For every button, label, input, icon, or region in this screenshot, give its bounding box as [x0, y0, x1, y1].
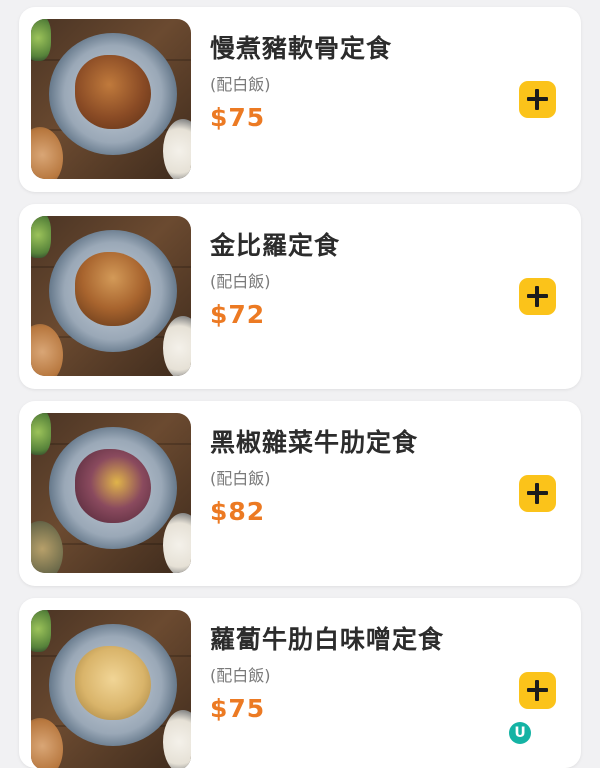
- dish-photo: [31, 19, 191, 179]
- dish-price: $75: [210, 103, 266, 132]
- dish-name: 金比羅定食: [210, 231, 341, 260]
- menu-item-card[interactable]: 慢煮豬軟骨定食 (配白飯) $75: [19, 7, 581, 192]
- salad-icon: [31, 216, 51, 258]
- menu-item-card[interactable]: 蘿蔔牛肋白味噌定食 (配白飯) $75: [19, 598, 581, 768]
- brand-logo-icon: U: [509, 722, 531, 744]
- menu-item-card[interactable]: 黑椒雜菜牛肋定食 (配白飯) $82: [19, 401, 581, 586]
- salad-icon: [31, 19, 51, 61]
- dish-price: $72: [210, 300, 266, 329]
- rice-bowl-icon: [163, 513, 191, 573]
- add-to-cart-button[interactable]: [519, 81, 556, 118]
- dish-name: 黑椒雜菜牛肋定食: [210, 428, 419, 457]
- dish-photo: [31, 216, 191, 376]
- food-icon: [75, 646, 151, 720]
- dish-photo: [31, 610, 191, 768]
- menu-item-card[interactable]: 金比羅定食 (配白飯) $72: [19, 204, 581, 389]
- dish-name: 慢煮豬軟骨定食: [210, 34, 393, 63]
- soup-bowl-icon: [31, 324, 63, 376]
- food-icon: [75, 55, 151, 129]
- rice-bowl-icon: [163, 316, 191, 376]
- dish-note: (配白飯): [210, 666, 271, 685]
- rice-bowl-icon: [163, 119, 191, 179]
- dish-note: (配白飯): [210, 75, 271, 94]
- food-icon: [75, 449, 151, 523]
- salad-icon: [31, 610, 51, 652]
- dish-note: (配白飯): [210, 469, 271, 488]
- soup-bowl-icon: [31, 127, 63, 179]
- food-icon: [75, 252, 151, 326]
- rice-bowl-icon: [163, 710, 191, 768]
- soup-bowl-icon: [31, 521, 63, 573]
- add-to-cart-button[interactable]: [519, 672, 556, 709]
- dish-name: 蘿蔔牛肋白味噌定食: [210, 625, 445, 654]
- dish-price: $82: [210, 497, 266, 526]
- add-to-cart-button[interactable]: [519, 278, 556, 315]
- dish-photo: [31, 413, 191, 573]
- dish-note: (配白飯): [210, 272, 271, 291]
- add-to-cart-button[interactable]: [519, 475, 556, 512]
- salad-icon: [31, 413, 51, 455]
- dish-price: $75: [210, 694, 266, 723]
